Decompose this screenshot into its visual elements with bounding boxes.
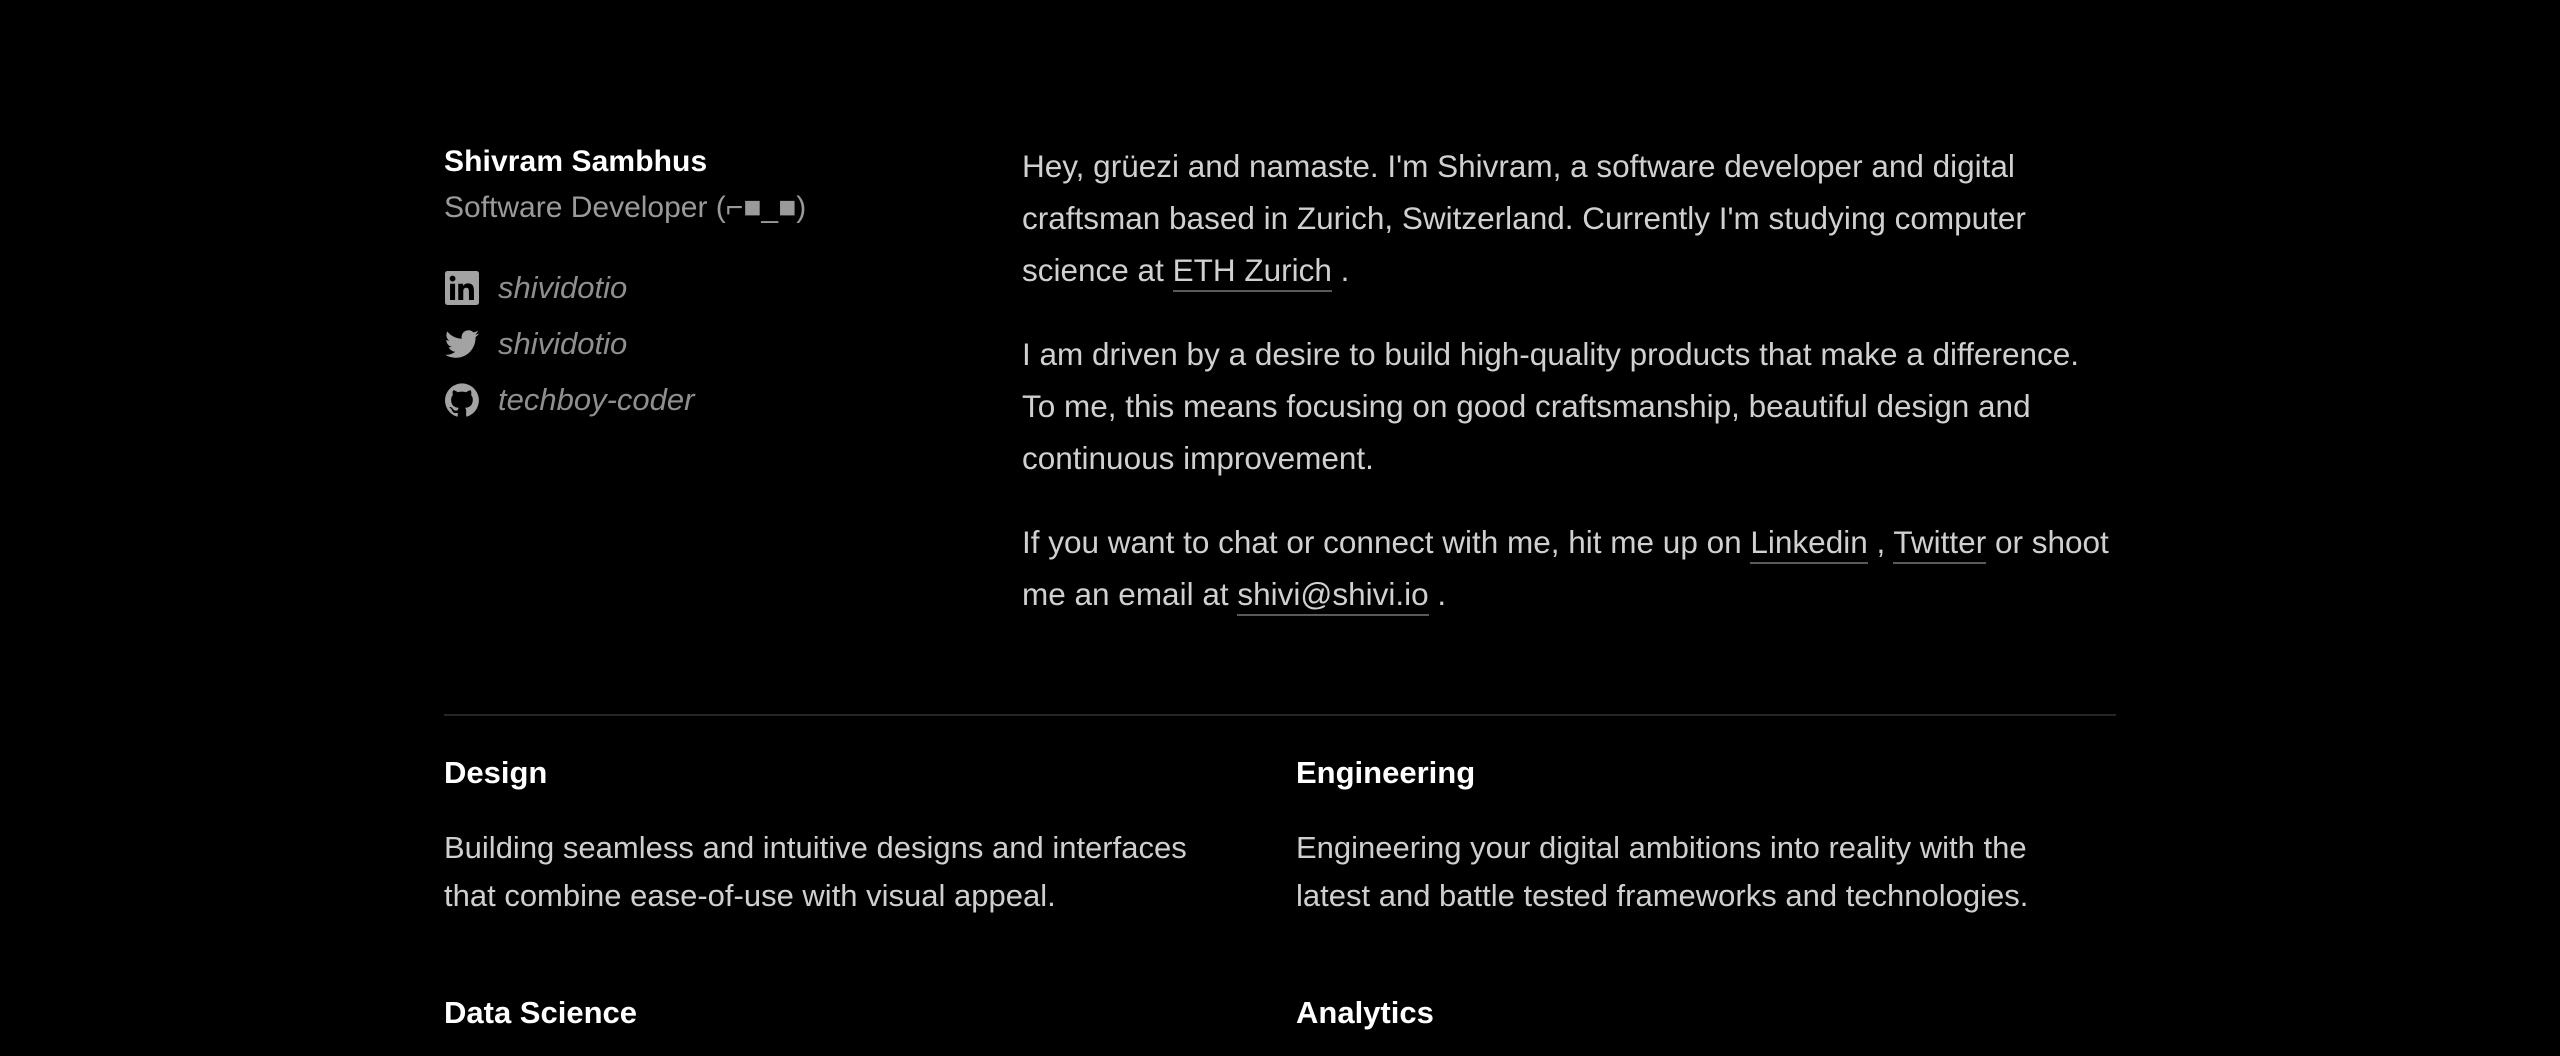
bio-text-span: If you want to chat or connect with me, … [1022,524,1751,560]
service-title: Data Science [444,995,637,1030]
linkedin-icon [444,270,480,306]
bio-text-span: . [1428,576,1447,612]
bio-text-span: . [1331,252,1350,288]
social-link-linkedin[interactable]: shividotio [444,260,1004,316]
bio-paragraph-values: I am driven by a desire to build high-qu… [1022,336,2080,476]
bio-text-span: , [1867,524,1894,560]
bio-paragraph-intro: Hey, grüezi and namaste. I'm Shivram, a … [1022,140,2116,296]
profile-card: Shivram Sambhus Software Developer (⌐■_■… [444,140,1004,428]
linkedin-link[interactable]: Linkedin [1750,524,1868,564]
twitter-link[interactable]: Twitter [1893,524,1987,564]
social-links: shividotio shividotio techboy-coder [444,260,1004,428]
eth-zurich-link[interactable]: ETH Zurich [1172,252,1332,292]
github-icon [444,382,480,418]
service-description: Building seamless and intuitive designs … [444,830,1187,913]
social-link-github[interactable]: techboy-coder [444,372,1004,428]
service-title: Analytics [1296,995,1434,1030]
service-data-science: Data Science [444,986,1244,1040]
twitter-icon [444,326,480,362]
bio-text: Hey, grüezi and namaste. I'm Shivram, a … [1022,140,2116,652]
social-handle: techboy-coder [498,382,695,417]
service-design: Design Building seamless and intuitive d… [444,746,1244,920]
page-container: Shivram Sambhus Software Developer (⌐■_■… [444,140,2116,620]
section-divider [444,714,2116,716]
intro-section: Shivram Sambhus Software Developer (⌐■_■… [444,140,2116,620]
email-link[interactable]: shivi@shivi.io [1237,576,1429,616]
profile-name: Shivram Sambhus [444,145,708,178]
social-link-twitter[interactable]: shividotio [444,316,1004,372]
bio-paragraph-contact: If you want to chat or connect with me, … [1022,516,2116,620]
service-title: Engineering [1296,755,1476,790]
service-analytics: Analytics [1296,986,2096,1040]
service-engineering: Engineering Engineering your digital amb… [1296,746,2096,920]
service-description: Engineering your digital ambitions into … [1296,830,2029,913]
profile-role: Software Developer (⌐■_■) [444,191,807,224]
social-handle: shividotio [498,270,628,305]
service-title: Design [444,755,548,790]
social-handle: shividotio [498,326,628,361]
